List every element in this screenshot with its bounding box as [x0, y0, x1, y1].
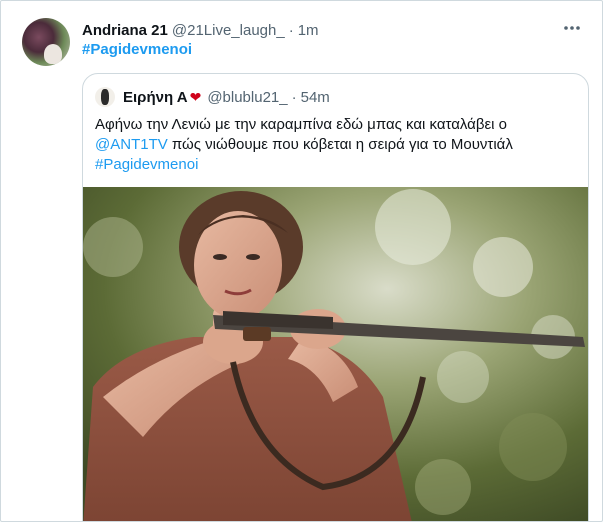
- author-handle[interactable]: @21Live_laugh_: [172, 22, 285, 39]
- quoted-text-line-1: Αφήνω την Λενιώ με την καραμπίνα εδώ μπα…: [95, 116, 507, 133]
- quoted-tweet-photo[interactable]: [83, 187, 588, 521]
- quoted-author-handle[interactable]: @blublu21_: [207, 89, 287, 106]
- author-avatar[interactable]: [22, 18, 70, 66]
- separator-dot: ·: [288, 21, 294, 39]
- quoted-author-avatar[interactable]: [95, 87, 115, 107]
- quoted-tweet-timestamp[interactable]: 54m: [301, 89, 330, 106]
- quoted-text-line-2: @ANT1TV πώς νιώθουμε που κόβεται η σειρά…: [95, 135, 575, 155]
- tweet-timestamp[interactable]: 1m: [298, 22, 319, 39]
- mention-link[interactable]: @ANT1TV: [95, 136, 168, 153]
- author-name[interactable]: Andriana 21: [82, 22, 168, 39]
- quoted-text-line-2-rest: πώς νιώθουμε που κόβεται η σειρά για το …: [167, 136, 513, 153]
- tweet-hashtag[interactable]: #Pagidevmenoi: [82, 41, 192, 58]
- quoted-tweet[interactable]: Ειρήνη Α ❤ @blublu21_ · 54m Αφήνω την Λε…: [82, 73, 589, 521]
- tweet-card[interactable]: Andriana 21 @21Live_laugh_ · 1m #Pagidev…: [0, 0, 603, 522]
- more-horizontal-icon[interactable]: [562, 18, 582, 38]
- quoted-author-name[interactable]: Ειρήνη Α: [123, 89, 188, 106]
- quoted-hashtag[interactable]: #Pagidevmenoi: [95, 155, 575, 175]
- tweet-header: Andriana 21 @21Live_laugh_ · 1m: [82, 20, 582, 40]
- quoted-tweet-header: Ειρήνη Α ❤ @blublu21_ · 54m: [95, 87, 330, 107]
- heart-emoji-icon: ❤: [189, 88, 202, 105]
- quoted-tweet-text: Αφήνω την Λενιώ με την καραμπίνα εδώ μπα…: [95, 115, 575, 175]
- photo-woman-with-shotgun: [83, 187, 588, 521]
- separator-dot: ·: [291, 88, 297, 106]
